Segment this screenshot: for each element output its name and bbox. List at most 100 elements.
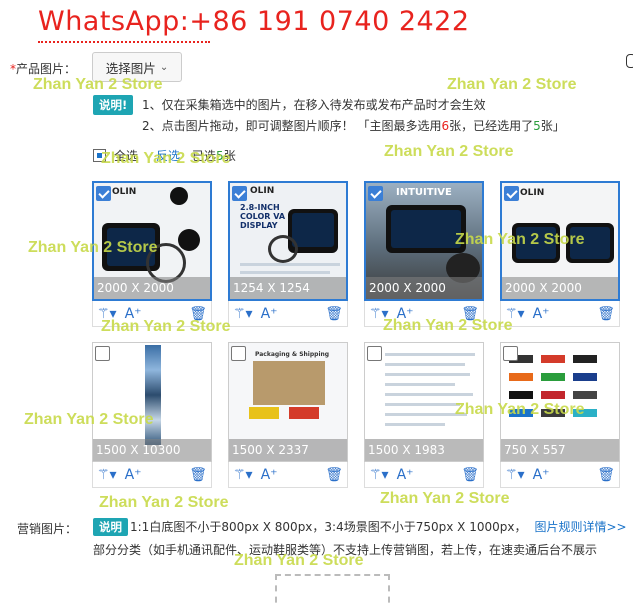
shipping-logo: [289, 407, 319, 419]
select-images-label: 选择图片: [105, 60, 156, 76]
image-tools-2: ⚚▾ A⁺ 🗑: [228, 301, 348, 327]
shipping-logo: [249, 407, 279, 419]
magic-wand-icon[interactable]: ⚚▾: [505, 306, 525, 322]
ai-text-icon[interactable]: A⁺: [261, 306, 278, 322]
spec-row: [240, 263, 340, 266]
product-images-label: *产品图片：: [10, 60, 76, 77]
selected-count-text: 已选5张: [192, 147, 236, 164]
select-images-button[interactable]: 选择图片 ⌄: [92, 52, 182, 82]
image-dimensions: 1500 X 10300: [93, 439, 211, 461]
image-thumb-6[interactable]: Packaging & Shipping 1500 X 2337: [228, 342, 348, 462]
note-badge: 说明!: [93, 95, 134, 115]
image-checkbox[interactable]: [231, 346, 246, 361]
brand-logo: [541, 391, 565, 399]
banner-underline: [38, 40, 210, 43]
marketing-note: 1:1白底图不小于800px X 800px，3:4场景图不小于750px X …: [130, 518, 627, 535]
trash-icon[interactable]: 🗑: [325, 467, 343, 483]
image-checkbox[interactable]: [95, 346, 110, 361]
magic-wand-icon[interactable]: ⚚▾: [97, 306, 117, 322]
note-line-2-prefix: 2、点击图片拖动，即可调整图片顺序！ 「主图最多选用: [142, 119, 442, 133]
trash-icon[interactable]: 🗑: [597, 306, 615, 322]
marketing-upload-box[interactable]: [275, 574, 390, 603]
brand-logo: [573, 391, 597, 399]
long-image-strip: [145, 345, 161, 445]
image-checkbox[interactable]: [232, 186, 247, 201]
caption-text: Packaging & Shipping: [255, 351, 330, 358]
image-tools-5: ⚚▾ A⁺ 🗑: [92, 462, 212, 488]
image-checkbox[interactable]: [368, 186, 383, 201]
brand-logo: [509, 409, 533, 417]
image-dimensions: 1500 X 1983: [365, 439, 483, 461]
image-rules-link[interactable]: 图片规则详情>>: [534, 520, 626, 534]
marketing-note-text: 1:1白底图不小于800px X 800px，3:4场景图不小于750px X …: [130, 520, 527, 534]
image-checkbox[interactable]: [367, 346, 382, 361]
trash-icon[interactable]: 🗑: [189, 467, 207, 483]
brand-logo: [541, 355, 565, 363]
image-thumb-1[interactable]: OLIN 2000 X 2000: [92, 181, 212, 301]
review-row: [385, 363, 465, 366]
image-tools-1: ⚚▾ A⁺ 🗑: [92, 301, 212, 327]
display-screen: [516, 227, 556, 259]
trash-icon[interactable]: 🗑: [189, 306, 207, 322]
ai-text-icon[interactable]: A⁺: [125, 306, 142, 322]
select-all-label[interactable]: 全选: [114, 147, 138, 164]
whatsapp-banner: WhatsApp:+86 191 0740 2422: [38, 6, 470, 37]
watermark: Zhan Yan 2 Store: [99, 494, 229, 511]
brand-logo: [541, 373, 565, 381]
image-dimensions: 750 X 557: [501, 439, 619, 461]
image-checkbox[interactable]: [503, 346, 518, 361]
brand-text: OLIN: [250, 186, 275, 196]
review-row: [385, 353, 475, 356]
brand-text: OLIN: [112, 187, 137, 197]
ai-text-icon[interactable]: A⁺: [533, 467, 550, 483]
trash-icon[interactable]: 🗑: [461, 306, 479, 322]
brand-logo: [541, 409, 565, 417]
selection-row: 全选 反选 已选5张: [93, 147, 236, 164]
brand-text: OLIN: [520, 188, 545, 198]
ai-text-icon[interactable]: A⁺: [261, 467, 278, 483]
image-dimensions: 1254 X 1254: [230, 277, 346, 299]
max-images-count: 6: [441, 119, 450, 133]
image-thumb-4[interactable]: OLIN 2000 X 2000: [500, 181, 620, 301]
trash-icon[interactable]: 🗑: [325, 306, 343, 322]
note-line-2: 2、点击图片拖动，即可调整图片顺序！ 「主图最多选用6张，已经选用了5张」: [142, 117, 565, 134]
magic-wand-icon[interactable]: ⚚▾: [369, 306, 389, 322]
review-row: [385, 393, 473, 396]
invert-selection-link[interactable]: 反选: [156, 147, 180, 164]
ai-text-icon[interactable]: A⁺: [397, 306, 414, 322]
chevron-down-icon: ⌄: [159, 61, 169, 73]
watermark: Zhan Yan 2 Store: [447, 76, 577, 93]
product-images-label-text: 产品图片：: [16, 62, 77, 76]
ai-text-icon[interactable]: A⁺: [533, 306, 550, 322]
magic-wand-icon[interactable]: ⚚▾: [233, 467, 253, 483]
image-dimensions: 2000 X 2000: [366, 277, 482, 299]
image-thumb-8[interactable]: 750 X 557: [500, 342, 620, 462]
image-thumb-5[interactable]: 1500 X 10300: [92, 342, 212, 462]
brand-logo: [509, 373, 533, 381]
trash-icon[interactable]: 🗑: [461, 467, 479, 483]
ai-text-icon[interactable]: A⁺: [125, 467, 142, 483]
trash-icon[interactable]: 🗑: [597, 467, 615, 483]
image-thumb-2[interactable]: OLIN 2.8-INCH COLOR VA DISPLAY 1254 X 12…: [228, 181, 348, 301]
display-shape: [512, 223, 560, 263]
image-checkbox[interactable]: [504, 186, 519, 201]
image-checkbox[interactable]: [96, 186, 111, 201]
select-all-checkbox[interactable]: [93, 149, 106, 162]
display-shape: [386, 205, 466, 253]
magic-wand-icon[interactable]: ⚚▾: [97, 467, 117, 483]
image-dimensions: 1500 X 2337: [229, 439, 347, 461]
review-row: [385, 373, 470, 376]
ai-text-icon[interactable]: A⁺: [397, 467, 414, 483]
review-row: [385, 383, 455, 386]
magic-wand-icon[interactable]: ⚚▾: [233, 306, 253, 322]
magic-wand-icon[interactable]: ⚚▾: [505, 467, 525, 483]
selected-suffix: 张: [223, 149, 236, 163]
image-thumb-3[interactable]: INTUITIVE 2000 X 2000: [364, 181, 484, 301]
image-tools-4: ⚚▾ A⁺ 🗑: [500, 301, 620, 327]
magic-wand-icon[interactable]: ⚚▾: [369, 467, 389, 483]
brand-logo: [573, 373, 597, 381]
watermark: Zhan Yan 2 Store: [380, 490, 510, 507]
package-photo: [253, 361, 325, 405]
mouse-icon: [626, 54, 633, 68]
image-thumb-7[interactable]: 1500 X 1983: [364, 342, 484, 462]
